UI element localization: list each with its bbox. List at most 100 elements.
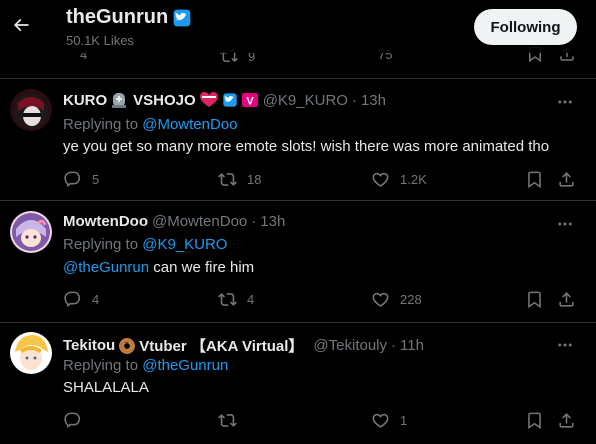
back-arrow-icon [13,18,29,32]
retweet-button[interactable] [218,411,247,430]
timestamp[interactable]: 11h [400,337,424,354]
avatar-image-icon [10,89,52,131]
share-icon [559,292,574,307]
handle[interactable]: @K9_KURO [263,92,348,109]
tweet-header: MowtenDoo @MowtenDoo · 13h [63,213,556,230]
display-name[interactable]: MowtenDoo [63,213,148,230]
retweet-count: 4 [247,292,255,307]
reply-count: 4 [92,292,100,307]
like-button[interactable]: 228 [371,290,422,309]
replying-to: Replying to @K9_KURO [63,236,227,253]
replying-to-link[interactable]: @theGunrun [142,357,228,374]
retweet-icon [218,414,237,427]
tweet-text: ye you get so many more emote slots! wis… [63,138,550,155]
tweet-header: KURO VSHOJO V @K9_KURO · 13h [63,91,556,109]
like-button[interactable]: 1.2K [371,170,427,189]
retweet-icon [218,173,237,186]
tweet-text-rest: can we fire him [149,259,255,276]
likes-count: 50.1K Likes [66,33,134,48]
replying-to: Replying to @theGunrun [63,357,228,374]
separator-dot: · [391,337,397,354]
more-dots-icon [558,222,572,226]
more-options-button[interactable] [556,336,574,358]
heart-icon [372,172,389,187]
heart-ribbon-emoji-icon [199,91,219,109]
tweet-actions: 4 4 228 [63,290,582,310]
previous-tweet-actions: 4 9 75 [0,46,596,79]
like-button[interactable]: 1 [371,411,407,430]
like-count: 228 [400,292,422,307]
separator-dot: · [351,91,357,109]
replying-prefix: Replying to [63,116,139,133]
more-dots-icon [558,343,572,347]
replying-to-link[interactable]: @K9_KURO [142,236,227,253]
gravestone-emoji-icon [110,91,128,109]
avatar[interactable] [10,211,52,253]
retweet-count: 18 [247,172,262,187]
avatar[interactable] [10,89,52,131]
reply-button[interactable] [63,411,92,430]
reply-count: 5 [92,172,100,187]
profile-header: theGunrun 50.1K Likes Following [0,0,596,53]
more-options-button[interactable] [556,215,574,237]
replying-prefix: Replying to [63,357,139,374]
replying-to-link[interactable]: @MowtenDoo [142,116,237,133]
more-options-button[interactable] [556,93,574,115]
reply-button[interactable]: 4 [63,290,99,309]
like-count: 1.2K [400,172,427,187]
share-icon [559,172,574,187]
replying-prefix: Replying to [63,236,139,253]
retweet-icon [218,293,237,306]
tweet-text: @theGunrun can we fire him [63,259,254,276]
tweet-reply[interactable]: KURO VSHOJO V @K9_KURO · 13h Replying to… [0,79,596,201]
tweet-reply[interactable]: Tekitou Vtuber 【AKA Virtual】 @Tekitouly … [0,323,596,444]
display-name[interactable]: KURO [63,92,107,109]
display-name[interactable]: Tekitou [63,337,115,354]
back-button[interactable] [6,10,36,40]
heart-icon [372,413,389,428]
retweet-button[interactable]: 18 [218,170,261,189]
display-name-suffix: Vtuber 【AKA Virtual】 [139,338,304,355]
profile-name: theGunrun [66,6,169,28]
tweet-actions: 1 [63,411,582,431]
share-button[interactable] [557,290,576,309]
heart-icon [372,292,389,307]
affiliate-badge-icon: V [241,92,259,108]
tweet-reply[interactable]: MowtenDoo @MowtenDoo · 13h Replying to @… [0,201,596,323]
tweet-text: SHALALALA [63,379,149,396]
affiliate-badge-letter: V [246,96,254,108]
bookmark-button[interactable] [525,411,544,430]
avatar-image-icon [10,211,52,253]
tweet-header: Tekitou Vtuber 【AKA Virtual】 @Tekitouly … [63,335,556,356]
share-icon [559,413,574,428]
verified-badge-icon [173,9,191,26]
handle[interactable]: @MowtenDoo [152,213,247,230]
replying-to: Replying to @MowtenDoo [63,116,238,133]
display-name-suffix: VSHOJO [133,91,196,109]
tweet-thread-page: 4 9 75 theGunrun 50.1K Likes Following K… [0,0,596,444]
bookmark-icon [528,412,541,430]
handle[interactable]: @Tekitouly [313,337,387,354]
retweet-button[interactable]: 4 [218,290,254,309]
share-button[interactable] [557,411,576,430]
share-button[interactable] [557,170,576,189]
reply-button[interactable]: 5 [63,170,99,189]
reply-icon [64,412,81,428]
mention-link[interactable]: @theGunrun [63,259,149,276]
bookmark-icon [528,171,541,189]
bookmark-button[interactable] [525,290,544,309]
avatar[interactable] [10,332,52,374]
following-button[interactable]: Following [474,9,577,45]
reply-icon [64,291,81,307]
timestamp[interactable]: 13h [260,213,285,230]
donut-emoji-icon [118,337,136,355]
avatar-image-icon [10,332,52,374]
separator-dot: · [251,213,257,230]
verified-badge-icon [222,92,238,108]
profile-title: theGunrun [66,6,192,29]
like-count: 1 [400,413,408,428]
timestamp[interactable]: 13h [361,92,386,109]
tweet-actions: 5 18 1.2K [63,170,582,190]
bookmark-icon [528,291,541,309]
bookmark-button[interactable] [525,170,544,189]
